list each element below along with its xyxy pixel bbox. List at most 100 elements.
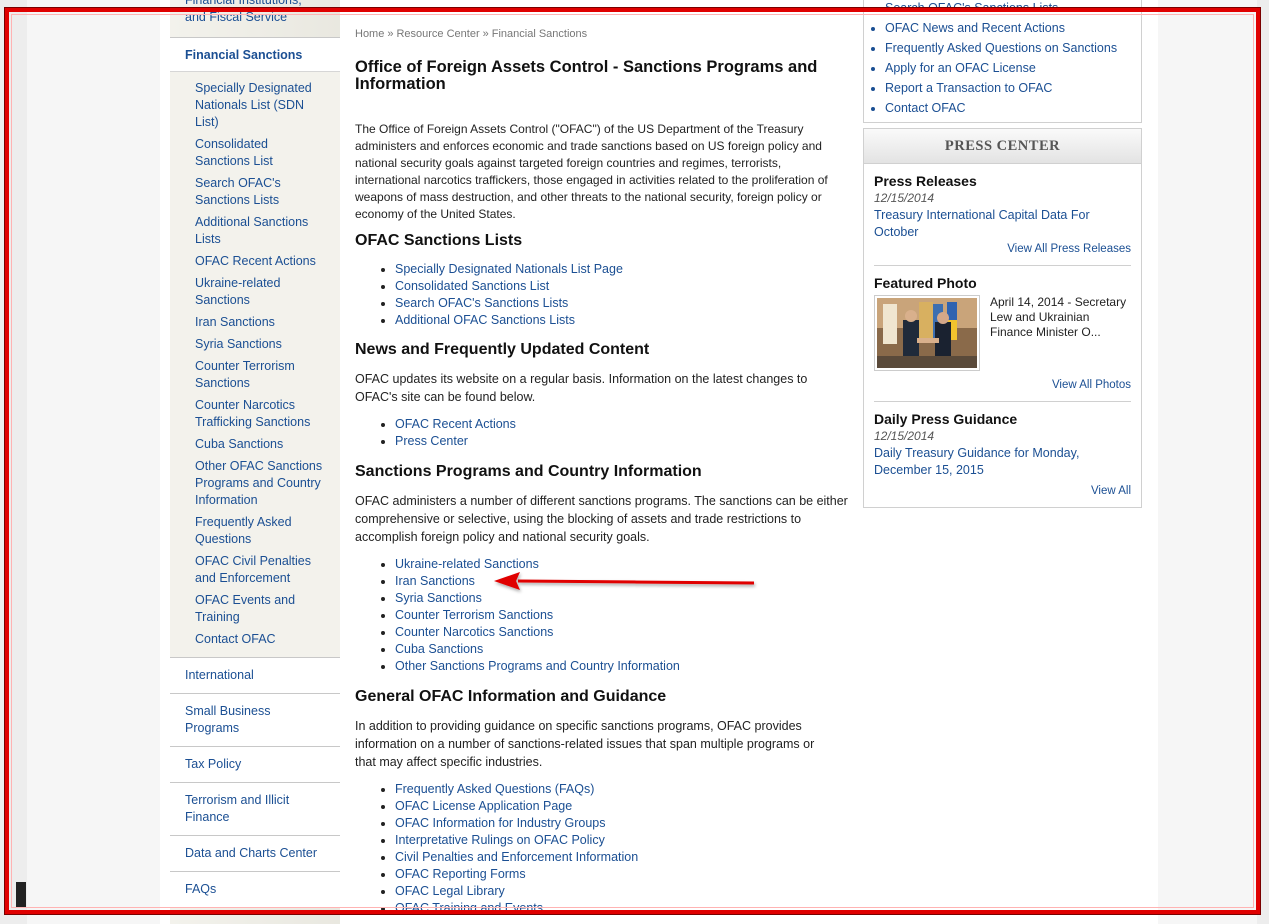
- nav-item-label[interactable]: Tax Policy: [185, 757, 241, 771]
- link-recent-actions[interactable]: OFAC Recent Actions: [395, 417, 516, 431]
- view-all-photos-link[interactable]: View All Photos: [1052, 379, 1131, 391]
- link-cuba[interactable]: Cuba Sanctions: [395, 642, 483, 656]
- nav-item-financial-sanctions[interactable]: Financial Sanctions: [170, 38, 340, 72]
- nav-sub-item-civil-penalties[interactable]: OFAC Civil Penalties and Enforcement: [195, 553, 340, 587]
- nav-item-label[interactable]: International: [185, 668, 254, 682]
- nav-sub-link[interactable]: Ukraine-related Sanctions: [195, 276, 280, 307]
- link-search-lists[interactable]: Search OFAC's Sanctions Lists: [395, 296, 568, 310]
- view-all-guidance-link[interactable]: View All: [1091, 485, 1131, 497]
- nav-sub-item-other-programs[interactable]: Other OFAC Sanctions Programs and Countr…: [195, 458, 340, 509]
- breadcrumb-home[interactable]: Home: [355, 28, 384, 40]
- link-additional-lists[interactable]: Additional OFAC Sanctions Lists: [395, 313, 575, 327]
- quick-link-report-transaction[interactable]: Report a Transaction to OFAC: [885, 81, 1052, 95]
- nav-sub-link[interactable]: Iran Sanctions: [195, 315, 275, 329]
- quick-link-faq[interactable]: Frequently Asked Questions on Sanctions: [885, 41, 1117, 55]
- view-all-press-releases-link[interactable]: View All Press Releases: [1007, 243, 1131, 255]
- link-civil-penalties[interactable]: Civil Penalties and Enforcement Informat…: [395, 850, 638, 864]
- link-training-events[interactable]: OFAC Training and Events: [395, 901, 543, 915]
- nav-sub-item-contact[interactable]: Contact OFAC: [195, 631, 340, 648]
- section-sanctions-lists: OFAC Sanctions Lists Specially Designate…: [355, 231, 850, 329]
- nav-sub-link[interactable]: OFAC Recent Actions: [195, 254, 316, 268]
- link-sdn-page[interactable]: Specially Designated Nationals List Page: [395, 262, 623, 276]
- press-release-date: 12/15/2014: [874, 191, 935, 205]
- nav-sub-item-faq[interactable]: Frequently Asked Questions: [195, 514, 340, 548]
- nav-sub-item-additional-lists[interactable]: Additional Sanctions Lists: [195, 214, 340, 248]
- nav-sub-item-iran[interactable]: Iran Sanctions: [195, 314, 340, 331]
- nav-sub-item-recent-actions[interactable]: OFAC Recent Actions: [195, 253, 340, 270]
- nav-item-financial-institutions[interactable]: Financial Institutions, and Fiscal Servi…: [170, 0, 340, 38]
- link-interpretative-rulings[interactable]: Interpretative Rulings on OFAC Policy: [395, 833, 605, 847]
- nav-sub-link[interactable]: OFAC Civil Penalties and Enforcement: [195, 554, 311, 585]
- nav-item-label[interactable]: Data and Charts Center: [185, 846, 317, 860]
- quick-links-box: Search OFAC's Sanctions Lists OFAC News …: [863, 0, 1142, 123]
- link-syria[interactable]: Syria Sanctions: [395, 591, 482, 605]
- list-item: OFAC Reporting Forms: [395, 866, 850, 883]
- quick-link-apply-license[interactable]: Apply for an OFAC License: [885, 61, 1036, 75]
- quick-link-news[interactable]: OFAC News and Recent Actions: [885, 21, 1065, 35]
- view-all-photos[interactable]: View All Photos: [874, 377, 1131, 393]
- link-press-center[interactable]: Press Center: [395, 434, 468, 448]
- link-reporting-forms[interactable]: OFAC Reporting Forms: [395, 867, 526, 881]
- link-faqs[interactable]: Frequently Asked Questions (FAQs): [395, 782, 594, 796]
- nav-item-tax-policy[interactable]: Tax Policy: [170, 746, 340, 782]
- link-industry-groups[interactable]: OFAC Information for Industry Groups: [395, 816, 606, 830]
- nav-item-faqs[interactable]: FAQs: [170, 871, 340, 908]
- nav-sub-link[interactable]: Consolidated Sanctions List: [195, 137, 273, 168]
- nav-item-small-business[interactable]: Small Business Programs: [170, 693, 340, 746]
- breadcrumb-resource-center[interactable]: Resource Center: [396, 28, 479, 40]
- view-all-guidance[interactable]: View All: [874, 483, 1131, 499]
- nav-item-label[interactable]: Financial Sanctions: [185, 48, 302, 62]
- list-item: OFAC Training and Events: [395, 900, 850, 917]
- nav-sub-item-search-lists[interactable]: Search OFAC's Sanctions Lists: [195, 175, 340, 209]
- breadcrumb-current: Financial Sanctions: [491, 28, 588, 40]
- nav-sub-link[interactable]: OFAC Events and Training: [195, 593, 295, 624]
- nav-sub-item-counter-terrorism[interactable]: Counter Terrorism Sanctions: [195, 358, 340, 392]
- link-counter-terrorism[interactable]: Counter Terrorism Sanctions: [395, 608, 553, 622]
- view-all-press-releases[interactable]: View All Press Releases: [874, 241, 1131, 257]
- nav-sub-link[interactable]: Syria Sanctions: [195, 337, 282, 351]
- nav-sub-item-syria[interactable]: Syria Sanctions: [195, 336, 340, 353]
- nav-sub-link[interactable]: Search OFAC's Sanctions Lists: [195, 176, 281, 207]
- featured-photo-thumbnail[interactable]: [874, 295, 980, 371]
- nav-sub-item-ukraine[interactable]: Ukraine-related Sanctions: [195, 275, 340, 309]
- featured-photo-row: April 14, 2014 - Secretary Lew and Ukrai…: [874, 295, 1131, 371]
- nav-item-terrorism-finance[interactable]: Terrorism and Illicit Finance: [170, 782, 340, 835]
- quick-link-search-lists[interactable]: Search OFAC's Sanctions Lists: [885, 1, 1058, 15]
- nav-item-label[interactable]: Financial Institutions, and Fiscal Servi…: [185, 0, 302, 24]
- nav-sub-item-events[interactable]: OFAC Events and Training: [195, 592, 340, 626]
- nav-sub-link[interactable]: Specially Designated Nationals List (SDN…: [195, 81, 312, 129]
- nav-item-label[interactable]: FAQs: [185, 882, 216, 896]
- nav-sub-link[interactable]: Counter Terrorism Sanctions: [195, 359, 295, 390]
- nav-item-label[interactable]: Terrorism and Illicit Finance: [185, 793, 289, 824]
- nav-sub-link[interactable]: Cuba Sanctions: [195, 437, 283, 451]
- list-item: Other Sanctions Programs and Country Inf…: [395, 658, 850, 675]
- list-item: Civil Penalties and Enforcement Informat…: [395, 849, 850, 866]
- nav-item-international[interactable]: International: [170, 657, 340, 693]
- daily-guidance-link-text[interactable]: Daily Treasury Guidance for Monday, Dece…: [874, 446, 1079, 477]
- quick-link-contact[interactable]: Contact OFAC: [885, 101, 966, 115]
- link-license-application[interactable]: OFAC License Application Page: [395, 799, 572, 813]
- nav-item-label[interactable]: Small Business Programs: [185, 704, 270, 735]
- nav-item-data-charts[interactable]: Data and Charts Center: [170, 835, 340, 871]
- press-center-title: PRESS CENTER: [864, 129, 1141, 164]
- link-other-programs[interactable]: Other Sanctions Programs and Country Inf…: [395, 659, 680, 673]
- nav-sub-link[interactable]: Other OFAC Sanctions Programs and Countr…: [195, 459, 322, 507]
- nav-sub-item-cuba[interactable]: Cuba Sanctions: [195, 436, 340, 453]
- press-release-link-text[interactable]: Treasury International Capital Data For …: [874, 208, 1090, 239]
- nav-sub-link[interactable]: Frequently Asked Questions: [195, 515, 292, 546]
- nav-submenu: Specially Designated Nationals List (SDN…: [170, 72, 340, 657]
- press-release-link[interactable]: Treasury International Capital Data For …: [874, 207, 1131, 241]
- nav-sub-item-counter-narcotics[interactable]: Counter Narcotics Trafficking Sanctions: [195, 397, 340, 431]
- nav-sub-link[interactable]: Additional Sanctions Lists: [195, 215, 308, 246]
- nav-sub-item-consolidated[interactable]: Consolidated Sanctions List: [195, 136, 340, 170]
- link-consolidated-list[interactable]: Consolidated Sanctions List: [395, 279, 549, 293]
- daily-guidance-link[interactable]: Daily Treasury Guidance for Monday, Dece…: [874, 445, 1131, 479]
- link-list: Frequently Asked Questions (FAQs) OFAC L…: [355, 781, 850, 917]
- link-legal-library[interactable]: OFAC Legal Library: [395, 884, 505, 898]
- section-text: In addition to providing guidance on spe…: [355, 719, 815, 769]
- nav-sub-item-sdn-list[interactable]: Specially Designated Nationals List (SDN…: [195, 80, 340, 131]
- link-counter-narcotics[interactable]: Counter Narcotics Sanctions: [395, 625, 553, 639]
- nav-sub-link[interactable]: Counter Narcotics Trafficking Sanctions: [195, 398, 310, 429]
- link-iran[interactable]: Iran Sanctions: [395, 574, 475, 588]
- nav-sub-link[interactable]: Contact OFAC: [195, 632, 276, 646]
